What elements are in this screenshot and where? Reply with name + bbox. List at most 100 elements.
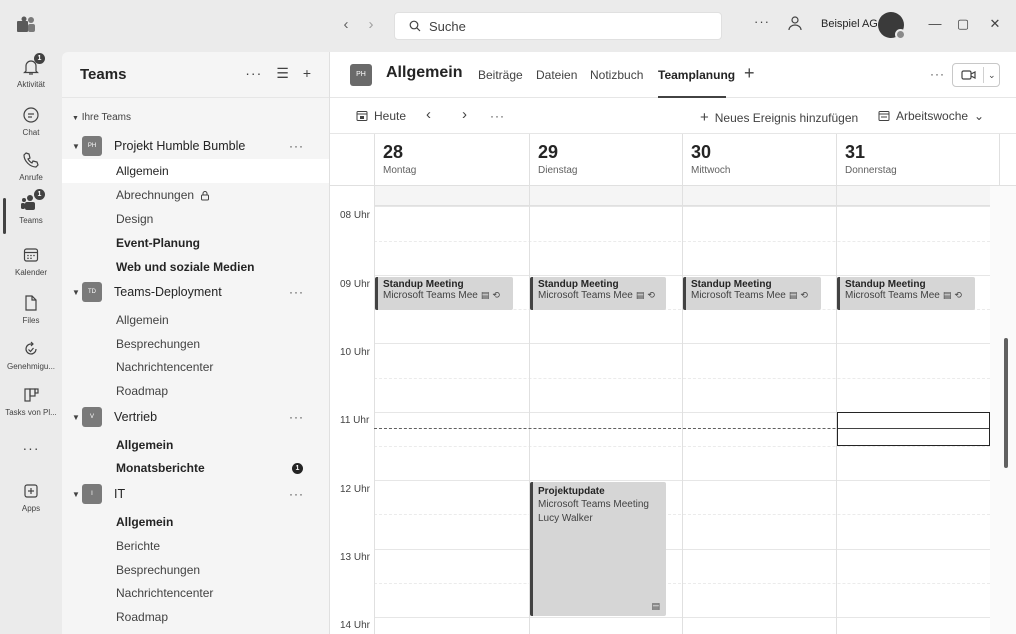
minimize-icon[interactable]: — xyxy=(926,16,944,31)
event-project-update[interactable]: Projektupdate Microsoft Teams Meeting Lu… xyxy=(530,482,666,616)
rail-item-more[interactable]: ··· xyxy=(0,438,62,456)
toolbar-more-icon[interactable]: ··· xyxy=(490,109,505,123)
restore-icon[interactable]: ▢ xyxy=(954,16,972,32)
event-standup[interactable]: Standup Meeting Microsoft Teams Mee ▤ ⟲ xyxy=(375,277,513,310)
lock-icon xyxy=(201,190,210,200)
day-number: 30 xyxy=(691,142,712,162)
event-standup[interactable]: Standup Meeting Microsoft Teams Mee ▤ ⟲ xyxy=(837,277,975,310)
channel-item[interactable]: Allgemein xyxy=(62,308,329,332)
team-row[interactable]: ▼ V Vertrieb ··· xyxy=(62,405,329,429)
channel-item[interactable]: Allgemein xyxy=(62,159,329,183)
selected-time-slot[interactable] xyxy=(837,412,990,446)
channel-item[interactable]: Abrechnungen xyxy=(62,183,329,207)
search-icon xyxy=(409,20,421,32)
event-title: Standup Meeting xyxy=(691,279,772,290)
event-standup[interactable]: Standup Meeting Microsoft Teams Mee ▤ ⟲ xyxy=(530,277,666,310)
channel-item[interactable]: Design xyxy=(62,207,329,231)
previous-week-icon[interactable]: ‹ xyxy=(426,106,431,123)
team-more-icon[interactable]: ··· xyxy=(289,139,304,153)
rail-item-calls[interactable]: Anrufe xyxy=(0,149,62,182)
day-header[interactable]: 30 Mittwoch xyxy=(682,134,836,186)
channel-item[interactable]: Roadmap xyxy=(62,605,329,629)
tab-notebook[interactable]: Notizbuch xyxy=(590,68,643,82)
channel-item[interactable]: Monatsberichte 1 xyxy=(62,456,329,480)
event-subtitle: Microsoft Teams Mee ▤ ⟲ xyxy=(383,290,508,301)
day-header[interactable]: 31 Donnerstag xyxy=(836,134,1000,186)
day-header[interactable]: 28 Montag xyxy=(374,134,529,186)
rail-item-files[interactable]: Files xyxy=(0,292,62,325)
recurring-icon: ⟲ xyxy=(954,290,962,300)
channel-item[interactable]: Roadmap xyxy=(62,379,329,403)
rail-item-teams[interactable]: 1 Teams xyxy=(0,189,62,225)
search-input[interactable]: Suche xyxy=(394,12,722,40)
meet-button[interactable]: ⌄ xyxy=(952,63,1000,87)
calendar-icon xyxy=(20,244,42,266)
rail-item-activity[interactable]: 1 Aktivität xyxy=(0,53,62,89)
event-subtitle: Microsoft Teams Mee ▤ ⟲ xyxy=(538,290,661,301)
chat-icon xyxy=(20,104,42,126)
close-icon[interactable]: ✕ xyxy=(986,16,1004,32)
team-more-icon[interactable]: ··· xyxy=(289,410,304,424)
more-options-icon[interactable]: ··· xyxy=(930,67,945,81)
forward-icon[interactable]: › xyxy=(363,16,379,33)
recurring-icon: ⟲ xyxy=(492,290,500,300)
event-organizer: Lucy Walker xyxy=(538,513,593,524)
rail-item-apps[interactable]: Apps xyxy=(0,480,62,513)
tab-posts[interactable]: Beiträge xyxy=(478,68,523,82)
channel-item[interactable]: Nachrichtencenter xyxy=(62,355,329,379)
event-standup[interactable]: Standup Meeting Microsoft Teams Mee ▤ ⟲ xyxy=(683,277,821,310)
rail-item-chat[interactable]: Chat xyxy=(0,104,62,137)
channel-item[interactable]: Besprechungen xyxy=(62,558,329,582)
view-selector[interactable]: Arbeitswoche ⌄ xyxy=(878,109,984,123)
phone-icon xyxy=(20,149,42,171)
calendar-grid[interactable]: 08 Uhr 09 Uhr 10 Uhr 11 Uhr 12 Uhr 13 Uh… xyxy=(330,186,1016,634)
rail-label: Chat xyxy=(22,128,40,137)
add-tab-icon[interactable]: + xyxy=(744,63,755,84)
filter-icon[interactable]: ☰ xyxy=(276,65,289,82)
team-avatar: I xyxy=(82,484,102,504)
day-divider xyxy=(374,186,375,634)
rail-label: Aktivität xyxy=(16,80,45,89)
day-name: Dienstag xyxy=(538,165,578,176)
team-row[interactable]: ▼ TD Teams-Deployment ··· xyxy=(62,280,329,304)
rail-label: Anrufe xyxy=(19,173,43,182)
team-row[interactable]: ▼ PH Projekt Humble Bumble ··· xyxy=(62,134,329,158)
back-icon[interactable]: ‹ xyxy=(338,16,354,33)
channel-item[interactable]: Nachrichtencenter xyxy=(62,581,329,605)
team-row[interactable]: ▼ I IT ··· xyxy=(62,482,329,506)
rail-item-calendar[interactable]: Kalender xyxy=(0,244,62,277)
next-week-icon[interactable]: › xyxy=(462,106,467,123)
team-more-icon[interactable]: ··· xyxy=(289,487,304,501)
channel-item[interactable]: Berichte xyxy=(62,534,329,558)
channel-item[interactable]: Event-Planung xyxy=(62,231,329,255)
today-button[interactable]: Heute xyxy=(356,109,406,123)
tasks-icon xyxy=(20,384,42,406)
team-name: IT xyxy=(114,487,126,501)
channel-item[interactable]: Web und soziale Medien xyxy=(62,255,329,279)
channel-item[interactable]: Allgemein xyxy=(62,510,329,534)
tab-files[interactable]: Dateien xyxy=(536,68,577,82)
rail-item-tasks[interactable]: Tasks von Pl... xyxy=(0,384,62,417)
day-header[interactable]: 29 Dienstag xyxy=(529,134,682,186)
your-teams-section[interactable]: ▼ Ihre Teams xyxy=(72,112,131,123)
new-event-button[interactable]: + Neues Ereignis hinzufügen xyxy=(700,109,858,126)
unread-badge: 1 xyxy=(292,462,303,474)
user-avatar[interactable] xyxy=(878,12,906,40)
tab-team-planning[interactable]: Teamplanung xyxy=(658,68,735,82)
more-options-icon[interactable]: ··· xyxy=(754,14,770,29)
org-name[interactable]: Beispiel AG xyxy=(821,18,878,30)
people-icon[interactable] xyxy=(786,14,804,32)
add-icon[interactable]: + xyxy=(303,65,311,82)
scrollbar-track[interactable] xyxy=(990,186,1016,634)
event-subtitle: Microsoft Teams Mee ▤ ⟲ xyxy=(845,290,970,301)
event-location: Microsoft Teams Mee xyxy=(845,290,940,301)
chevron-down-icon: ▼ xyxy=(72,489,80,499)
hour-label: 10 Uhr xyxy=(340,347,371,358)
more-options-icon[interactable]: ··· xyxy=(245,65,262,82)
channel-item[interactable]: Besprechungen xyxy=(62,332,329,356)
rail-item-approvals[interactable]: Genehmigu... xyxy=(0,338,62,371)
calendar-today-icon xyxy=(356,111,368,121)
scrollbar-thumb[interactable] xyxy=(1004,338,1008,468)
team-more-icon[interactable]: ··· xyxy=(289,285,304,299)
channel-item[interactable]: Allgemein xyxy=(62,433,329,457)
